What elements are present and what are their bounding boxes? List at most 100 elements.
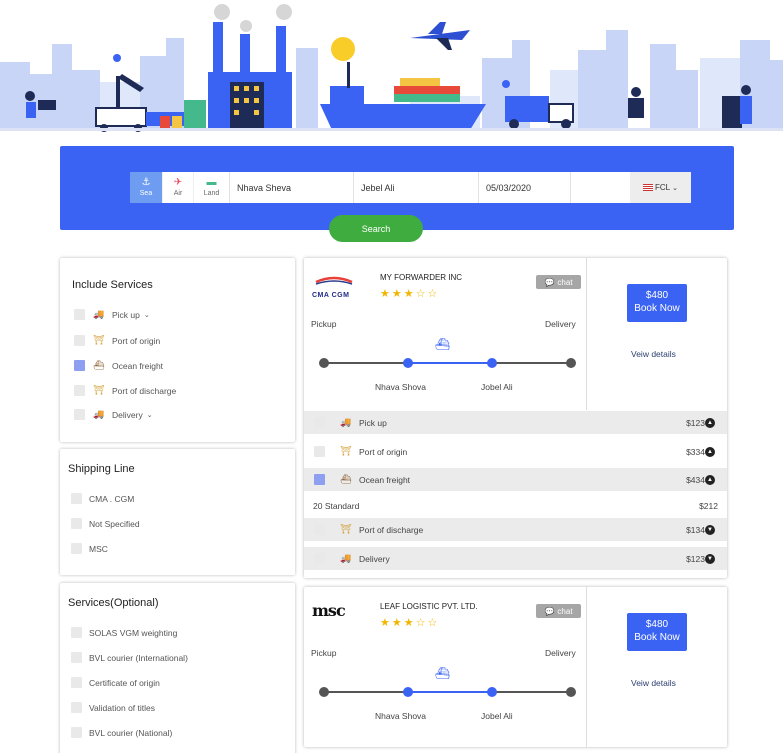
service-label: Port of discharge — [359, 524, 424, 535]
book-now-label: Book Now — [634, 303, 680, 314]
filter-label: Pick up — [112, 309, 140, 320]
chevron-down-icon[interactable]: ▼ — [705, 553, 715, 564]
checkbox-checked[interactable] — [74, 360, 85, 371]
service-row-delivery[interactable]: 🚚 Delivery $123 ▼ — [304, 547, 727, 570]
filter-bvl-international[interactable]: BVL courier (International) — [71, 652, 188, 663]
filter-port-of-discharge[interactable]: ⛩ Port of discharge — [74, 385, 176, 396]
service-price: $123 — [686, 553, 705, 564]
checkbox[interactable] — [71, 493, 82, 504]
checkbox[interactable] — [314, 524, 325, 535]
service-subrow: 20 Standard $212 — [304, 494, 727, 517]
logo-text: msc — [312, 601, 346, 620]
filter-validation-of-titles[interactable]: Validation of titles — [71, 702, 155, 713]
view-details-link[interactable]: Veiw details — [631, 349, 676, 359]
chat-button[interactable]: 💬 chat — [536, 604, 581, 618]
services-optional-title: Services(Optional) — [68, 597, 159, 609]
checkbox[interactable] — [74, 385, 85, 396]
airplane-icon: ✈ — [173, 177, 183, 188]
rating-stars: ★★★☆☆ — [380, 616, 439, 629]
filter-certificate-of-origin[interactable]: Certificate of origin — [71, 677, 160, 688]
tab-air[interactable]: ✈ Air — [162, 172, 193, 203]
chevron-down-icon[interactable]: ▼ — [705, 524, 715, 535]
flag-icon — [643, 184, 653, 191]
checkbox[interactable] — [71, 702, 82, 713]
load-type-value: FCL — [655, 183, 671, 192]
star-filled-icon: ★ — [403, 288, 416, 300]
chat-bubble-icon: 💬 — [544, 277, 555, 287]
filter-delivery[interactable]: 🚚 Delivery ⌄ — [74, 409, 153, 420]
checkbox[interactable] — [314, 417, 325, 428]
chevron-down-icon[interactable]: ⌄ — [147, 411, 153, 419]
tab-sea[interactable]: ⚓ Sea — [130, 172, 162, 203]
service-price: $134 — [686, 524, 705, 535]
filter-cma-cgm[interactable]: CMA . CGM — [71, 493, 134, 504]
tab-land-label: Land — [203, 190, 220, 197]
services-optional-card: Services(Optional) SOLAS VGM weighting B… — [60, 583, 295, 753]
result-card: msc LEAF LOGISTIC PVT. LTD. ★★★☆☆ 💬 chat… — [304, 587, 727, 747]
chevron-down-icon[interactable]: ⌄ — [144, 311, 150, 319]
service-row-pickup[interactable]: 🚚 Pick up $123 ▲ — [304, 411, 727, 434]
service-row-port-of-discharge[interactable]: ⛩ Port of discharge $134 ▼ — [304, 518, 727, 541]
date-input[interactable]: 05/03/2020 — [478, 172, 570, 203]
checkbox[interactable] — [71, 677, 82, 688]
service-row-ocean-freight[interactable]: ⛴ Ocean freight $434 ▲ — [304, 468, 727, 491]
forwarder-name: MY FORWARDER INC — [380, 273, 463, 282]
book-now-button[interactable]: $480 Book Now — [627, 613, 687, 651]
chevron-up-icon[interactable]: ▲ — [705, 446, 715, 457]
chat-label: chat — [557, 606, 573, 616]
checkbox[interactable] — [71, 543, 82, 554]
view-details-link[interactable]: Veiw details — [631, 678, 676, 688]
ship-icon: ⛴ — [340, 474, 352, 484]
filter-solas-vgm[interactable]: SOLAS VGM weighting — [71, 627, 177, 638]
star-empty-icon: ☆ — [415, 617, 428, 629]
checkbox[interactable] — [314, 446, 325, 457]
filter-bvl-national[interactable]: BVL courier (National) — [71, 727, 172, 738]
origin-input[interactable]: Nhava Sheva — [229, 172, 353, 203]
route-segment — [492, 691, 571, 693]
service-label: Pick up — [359, 417, 387, 428]
checkbox-checked[interactable] — [314, 474, 325, 485]
book-now-button[interactable]: $480 Book Now — [627, 284, 687, 322]
filter-msc[interactable]: MSC — [71, 543, 108, 554]
checkbox[interactable] — [74, 309, 85, 320]
filter-label: Port of discharge — [112, 385, 177, 396]
destination-port: Jobel Ali — [481, 711, 513, 721]
chat-label: chat — [557, 277, 573, 287]
checkbox[interactable] — [71, 518, 82, 529]
price: $480 — [645, 619, 669, 630]
checkbox[interactable] — [74, 335, 85, 346]
include-services-title: Include Services — [72, 279, 153, 291]
filter-label: Not Specified — [89, 518, 140, 529]
checkbox[interactable] — [74, 409, 85, 420]
checkbox[interactable] — [71, 627, 82, 638]
filter-port-of-origin[interactable]: ⛩ Port of origin — [74, 335, 160, 346]
crane-icon: ⛩ — [340, 446, 352, 456]
pickup-label: Pickup — [311, 319, 337, 329]
date-spacer — [570, 172, 630, 203]
filter-label: MSC — [89, 543, 108, 554]
search-button[interactable]: Search — [329, 215, 423, 242]
star-filled-icon: ★ — [380, 617, 392, 629]
shipping-line-title: Shipping Line — [68, 463, 135, 475]
service-row-port-of-origin[interactable]: ⛩ Port of origin $334 ▲ — [304, 440, 727, 463]
destination-input[interactable]: Jebel Ali — [353, 172, 478, 203]
load-type-select[interactable]: FCL ⌄ — [630, 172, 691, 203]
tab-air-label: Air — [173, 190, 183, 197]
filter-not-specified[interactable]: Not Specified — [71, 518, 140, 529]
filter-ocean-freight[interactable]: ⛴ Ocean freight — [74, 360, 163, 371]
service-price: $334 — [686, 446, 705, 457]
anchor-icon: ⚓ — [141, 177, 151, 188]
filter-pickup[interactable]: 🚚 Pick up ⌄ — [74, 309, 150, 320]
checkbox[interactable] — [71, 652, 82, 663]
checkbox[interactable] — [314, 553, 325, 564]
divider — [586, 587, 587, 747]
checkbox[interactable] — [71, 727, 82, 738]
tab-land[interactable]: ▬ Land — [193, 172, 229, 203]
delivery-label: Delivery — [545, 648, 576, 658]
ship-icon: ⛴ — [93, 360, 105, 370]
chat-button[interactable]: 💬 chat — [536, 275, 581, 289]
chevron-up-icon[interactable]: ▲ — [705, 474, 715, 485]
route-dot — [319, 358, 329, 368]
star-filled-icon: ★ — [391, 288, 404, 300]
chevron-up-icon[interactable]: ▲ — [705, 417, 715, 428]
